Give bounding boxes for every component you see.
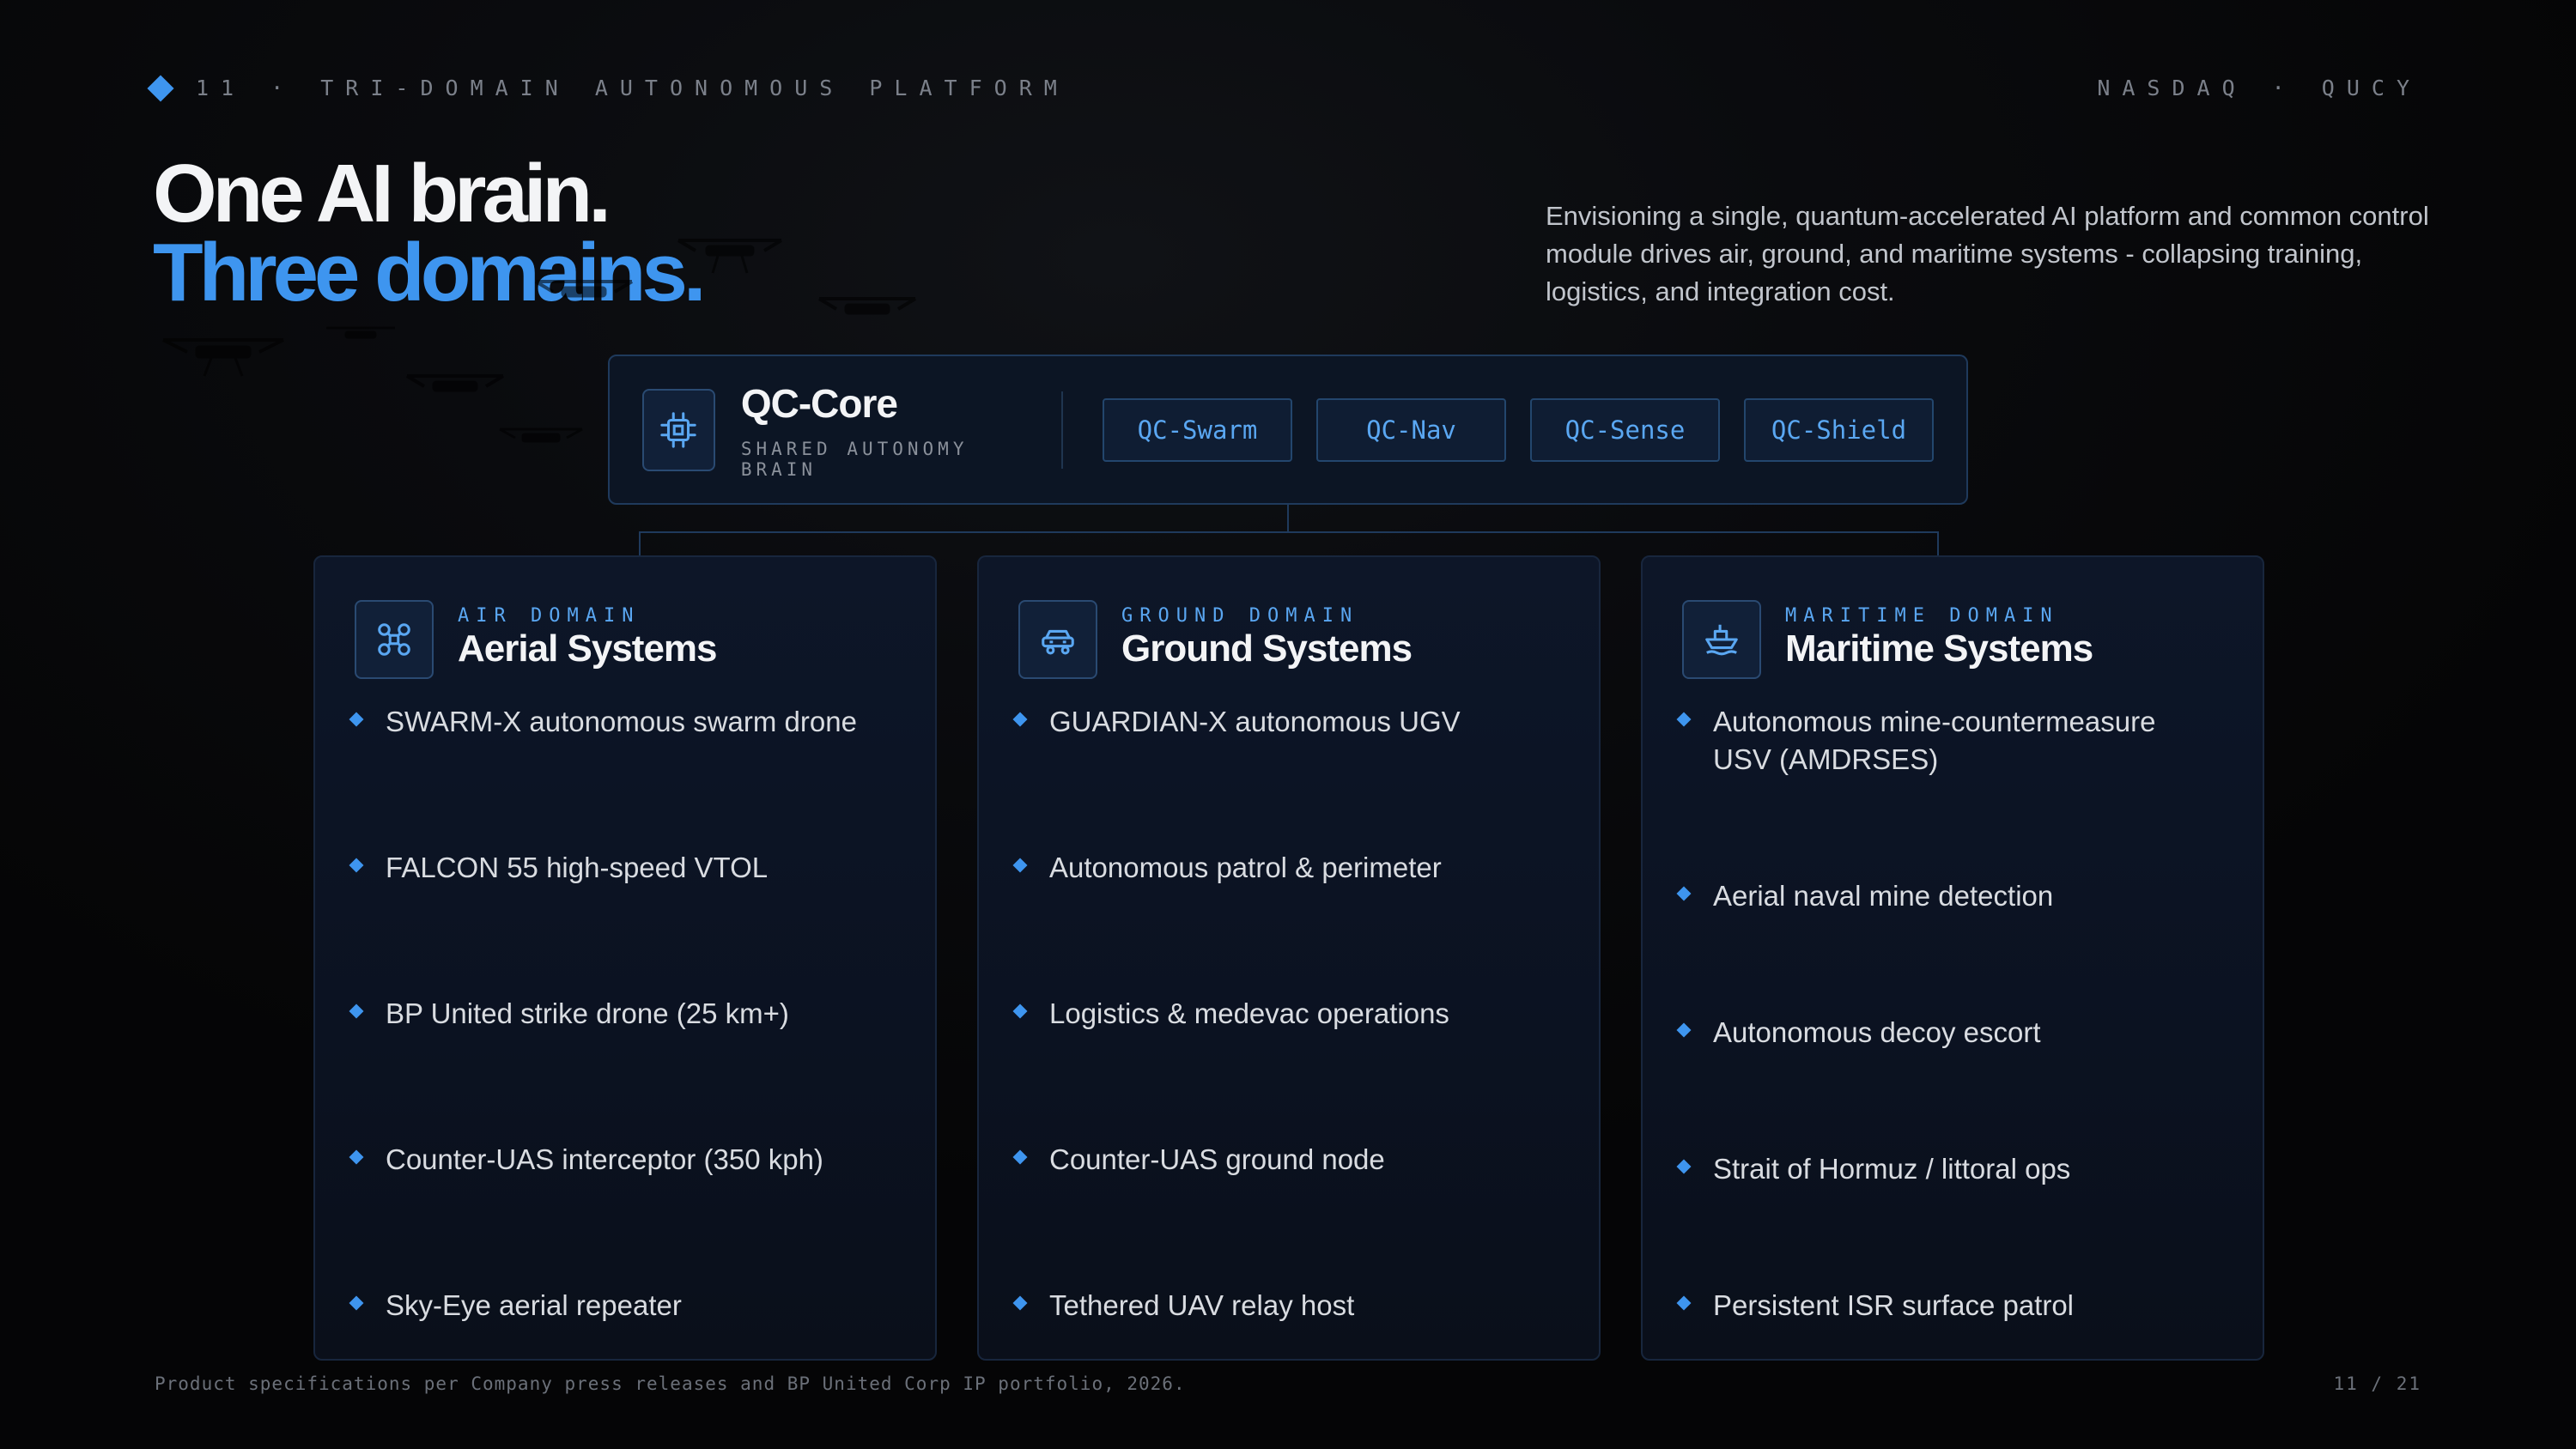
section-label: 11 · TRI-DOMAIN AUTONOMOUS PLATFORM: [196, 76, 1069, 100]
lede-paragraph: Envisioning a single, quantum-accelerate…: [1546, 201, 2429, 306]
list-item: Autonomous patrol & perimeter: [1012, 849, 1573, 887]
card-title: Ground Systems: [1121, 627, 1413, 670]
chip-icon: [642, 388, 715, 471]
list-item: Aerial naval mine detection: [1676, 877, 2237, 915]
bullet-icon: [349, 1295, 364, 1311]
module-chip: QC-Nav: [1316, 397, 1506, 462]
domain-card-air: AIR DOMAIN Aerial Systems SWARM-X autono…: [313, 555, 937, 1361]
bullet-icon: [1012, 858, 1028, 873]
domain-card-ground: GROUND DOMAIN Ground Systems GUARDIAN-X …: [977, 555, 1601, 1361]
module-chip: QC-Shield: [1744, 397, 1934, 462]
list-item: FALCON 55 high-speed VTOL: [349, 849, 909, 887]
page-number: 11 / 21: [2333, 1373, 2421, 1394]
card-item-list: SWARM-X autonomous swarm drone FALCON 55…: [349, 703, 909, 1325]
drone-icon: [355, 600, 434, 679]
list-item: Strait of Hormuz / littoral ops: [1676, 1150, 2237, 1188]
bullet-icon: [1676, 1022, 1692, 1038]
bullet-icon: [1676, 1159, 1692, 1174]
card-title: Aerial Systems: [458, 627, 718, 670]
connector-drop-air: [639, 531, 641, 555]
list-item: Autonomous mine-countermeasure USV (AMDR…: [1676, 703, 2237, 779]
list-item: Sky-Eye aerial repeater: [349, 1287, 909, 1325]
list-item: GUARDIAN-X autonomous UGV: [1012, 703, 1573, 741]
list-item: Counter-UAS interceptor (350 kph): [349, 1141, 909, 1179]
list-item: BP United strike drone (25 km+): [349, 995, 909, 1033]
bullet-icon: [1676, 712, 1692, 727]
card-title: Maritime Systems: [1785, 627, 2093, 670]
bullet-icon: [1012, 712, 1028, 727]
card-item-list: Autonomous mine-countermeasure USV (AMDR…: [1676, 703, 2237, 1325]
bullet-icon: [1012, 1295, 1028, 1311]
connector-bus: [639, 531, 1939, 533]
list-item: Logistics & medevac operations: [1012, 995, 1573, 1033]
connector-trunk: [1287, 505, 1289, 532]
bullet-icon: [349, 1003, 364, 1019]
divider: [1061, 391, 1063, 469]
module-list: QC-Swarm QC-Nav QC-Sense QC-Shield: [1103, 397, 1934, 462]
bullet-icon: [1012, 1149, 1028, 1165]
bullet-icon: [349, 712, 364, 727]
ticker-label: NASDAQ · QUCY: [2097, 76, 2421, 100]
core-name: QC-Core: [740, 380, 898, 426]
core-title-block: QC-Core SHARED AUTONOMY BRAIN: [741, 380, 1020, 480]
module-chip: QC-Sense: [1530, 397, 1720, 462]
list-item: Autonomous decoy escort: [1676, 1014, 2237, 1052]
ship-icon: [1682, 600, 1761, 679]
slide-kicker: 11 · TRI-DOMAIN AUTONOMOUS PLATFORM: [147, 74, 1069, 102]
connector-drop-maritime: [1937, 531, 1939, 555]
list-item: Persistent ISR surface patrol: [1676, 1287, 2237, 1325]
bullet-icon: [1676, 1295, 1692, 1311]
module-chip: QC-Swarm: [1103, 397, 1292, 462]
list-item: Tethered UAV relay host: [1012, 1287, 1573, 1325]
domain-card-maritime: MARITIME DOMAIN Maritime Systems Autonom…: [1641, 555, 2264, 1361]
list-item: Counter-UAS ground node: [1012, 1141, 1573, 1179]
core-platform-bar: QC-Core SHARED AUTONOMY BRAIN QC-Swarm Q…: [608, 355, 1968, 505]
footnote: Product specifications per Company press…: [155, 1373, 1186, 1394]
card-kicker: GROUND DOMAIN: [1121, 605, 1359, 627]
vehicle-icon: [1018, 600, 1097, 679]
bullet-icon: [1012, 1003, 1028, 1019]
bullet-icon: [349, 1149, 364, 1165]
card-kicker: AIR DOMAIN: [458, 605, 641, 627]
diamond-icon: [147, 74, 174, 102]
bullet-icon: [349, 858, 364, 873]
card-item-list: GUARDIAN-X autonomous UGV Autonomous pat…: [1012, 703, 1573, 1325]
bullet-icon: [1676, 886, 1692, 901]
card-kicker: MARITIME DOMAIN: [1785, 605, 2059, 627]
list-item: SWARM-X autonomous swarm drone: [349, 703, 909, 741]
core-subtitle: SHARED AUTONOMY BRAIN: [740, 438, 969, 480]
